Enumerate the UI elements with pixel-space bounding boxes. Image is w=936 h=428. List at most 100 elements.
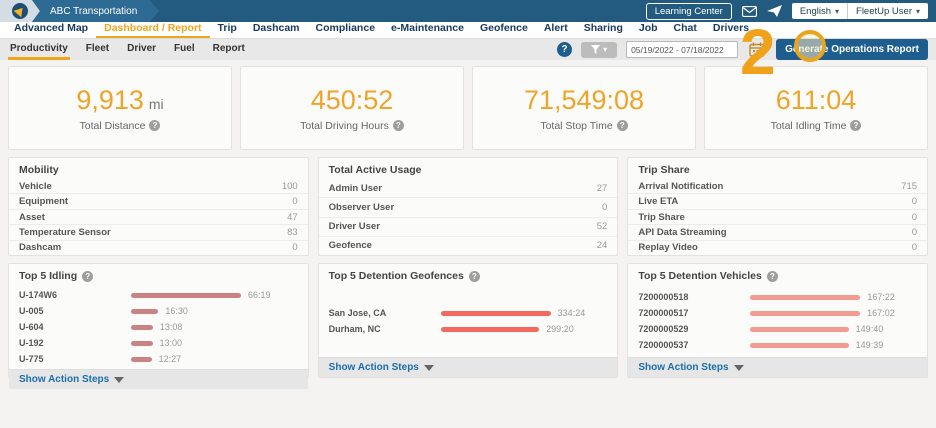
calendar-button[interactable] [747,42,767,57]
chart-bar [131,309,158,314]
help-icon[interactable]: ? [393,120,404,131]
summary-row-label: Vehicle [19,181,52,192]
send-icon[interactable] [767,5,782,17]
funnel-icon [591,45,600,54]
chevron-down-icon: ▾ [603,45,607,54]
help-icon[interactable]: ? [767,271,778,282]
chart-row-label: U-604 [19,322,131,332]
summary-rows: Admin User27Observer User0Driver User52G… [319,179,618,255]
summary-row-value: 27 [597,183,608,194]
help-icon[interactable]: ? [617,120,628,131]
tab-fuel[interactable]: Fuel [172,40,197,60]
chart-body: San Jose, CA334:24Durham, NC299:20 [319,285,618,357]
tab-fleet[interactable]: Fleet [84,40,111,60]
language-label: English [800,6,831,17]
chart-row-value: 149:40 [856,324,884,334]
date-range-input[interactable] [626,41,738,58]
chevron-down-icon [424,365,434,371]
fleetup-logo [0,0,40,22]
generate-operations-report-button[interactable]: Generate Operations Report [776,39,928,60]
show-action-steps-link[interactable]: Show Action Steps [628,357,927,377]
chart-row-7200000529: 7200000529149:40 [638,321,917,337]
stat-value-line: 71,549:08 [524,85,644,116]
summary-row-container: MobilityVehicle100Equipment0Asset47Tempe… [0,150,936,256]
stat-card-total-stop-time: 71,549:08Total Stop Time ? [472,66,696,150]
help-icon[interactable]: ? [850,120,861,131]
chart-row-value: 16:30 [165,306,188,316]
nav-item-trip[interactable]: Trip [210,21,245,38]
tab-productivity[interactable]: Productivity [8,40,70,60]
summary-row-value: 0 [292,242,297,253]
show-action-steps-link[interactable]: Show Action Steps [319,357,618,377]
nav-item-e-maintenance[interactable]: e-Maintenance [383,21,472,38]
summary-row-live-eta: Live ETA0 [628,194,927,209]
summary-row-driver-user: Driver User52 [319,218,618,237]
chart-row-label: U-192 [19,338,131,348]
chart-bar [131,293,241,298]
help-icon[interactable]: ? [469,271,480,282]
stat-value-line: 611:04 [776,85,857,116]
nav-item-compliance[interactable]: Compliance [308,21,384,38]
help-icon[interactable]: ? [82,271,93,282]
summary-row-temperature-sensor: Temperature Sensor83 [9,225,308,240]
show-action-steps-link[interactable]: Show Action Steps [9,369,308,389]
chart-row-label: 7200000517 [638,308,750,318]
summary-row-value: 24 [597,240,608,251]
fleetup-logo-circle [12,3,28,19]
chart-row-durham-nc: Durham, NC299:20 [329,321,608,337]
nav-item-advanced-map[interactable]: Advanced Map [6,21,96,38]
nav-item-dashcam[interactable]: Dashcam [245,21,308,38]
top-bar: ABC Transportation Learning Center Engli… [0,0,936,22]
stat-value: 71,549:08 [524,85,644,115]
chart-row-u-604: U-604 13:08 [19,319,298,335]
show-action-steps-label: Show Action Steps [329,362,419,373]
chart-row-value: 167:22 [867,292,895,302]
user-dropdown[interactable]: FleetUp User ▾ [847,3,928,19]
panel-top-5-idling: Top 5 Idling ?U-174W666:19U-00516:30U-60… [8,263,309,378]
stats-row: 9,913miTotal Distance ? 450:52 Total Drivi… [0,60,936,150]
nav-item-geofence[interactable]: Geofence [472,21,536,38]
tab-report[interactable]: Report [211,40,247,60]
nav-item-drivers[interactable]: Drivers [705,21,757,38]
filter-button[interactable]: ▾ [581,42,617,58]
nav-item-sharing[interactable]: Sharing [576,21,631,38]
chevron-down-icon: ▾ [835,7,839,16]
stat-card-total-distance: 9,913miTotal Distance ? [8,66,232,150]
summary-row-label: Trip Share [638,212,684,223]
chart-bar-wrap: 334:24 [441,308,608,318]
help-icon[interactable]: ? [149,120,160,131]
main-nav: Advanced MapDashboard / ReportTripDashca… [0,22,936,38]
nav-item-job[interactable]: Job [631,21,666,38]
summary-row-value: 0 [292,196,297,207]
summary-row-value: 715 [901,181,917,192]
nav-item-chat[interactable]: Chat [666,21,705,38]
language-dropdown[interactable]: English ▾ [792,3,847,19]
show-action-steps-label: Show Action Steps [19,374,109,385]
summary-row-value: 52 [597,221,608,232]
chevron-down-icon [114,377,124,383]
chart-body: 7200000518167:227200000517167:0272000005… [628,285,927,357]
panel-title: Top 5 Detention Geofences ? [319,264,618,285]
summary-row-value: 0 [912,242,917,253]
summary-row-label: Dashcam [19,242,61,253]
nav-item-dashboard-report[interactable]: Dashboard / Report [96,21,209,38]
summary-row-asset: Asset47 [9,210,308,225]
chart-row-value: 12:27 [159,354,182,364]
chart-bar-wrap: 12:27 [131,354,298,364]
chart-row-value: 13:08 [160,322,183,332]
learning-center-button[interactable]: Learning Center [646,3,732,20]
tab-driver[interactable]: Driver [125,40,158,60]
chart-row-7200000537: 7200000537149:39 [638,337,917,353]
nav-item-alert[interactable]: Alert [536,21,576,38]
summary-row-label: Observer User [329,202,394,213]
chart-bar [750,327,848,332]
chart-bar [131,357,152,362]
mail-icon[interactable] [742,6,757,17]
stat-value: 450:52 [311,85,394,115]
chart-row-value: 334:24 [558,308,586,318]
help-icon[interactable]: ? [557,42,572,57]
panel-title: Trip Share [628,158,927,179]
chevron-down-icon [734,365,744,371]
chart-bar [131,325,153,330]
stat-label: Total Driving Hours ? [300,120,404,132]
